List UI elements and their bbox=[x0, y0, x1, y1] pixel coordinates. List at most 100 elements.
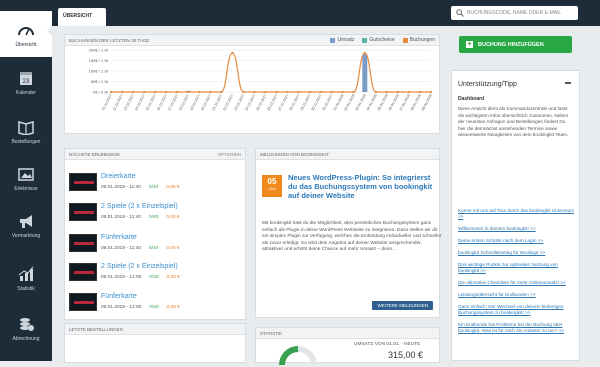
x-tick-label: 29.12.2017 bbox=[300, 94, 312, 112]
support-link[interactable]: Leistungsübersicht für Endkunden >> bbox=[458, 292, 575, 298]
image-icon bbox=[18, 168, 34, 181]
events-panel: NÄCHSTE ERLEBNISSE OPTIONEN Dreierkarte … bbox=[64, 148, 246, 320]
buchungen-point bbox=[341, 90, 344, 94]
support-link[interactable]: Willkommen in deinem bookingkit! >> bbox=[458, 226, 575, 232]
options-link[interactable]: OPTIONEN bbox=[217, 152, 241, 157]
nav-label: Übersicht bbox=[15, 42, 37, 48]
event-date: 09.01.2018 - 11:40 bbox=[101, 246, 141, 251]
event-title[interactable]: Fünferkarte bbox=[101, 293, 137, 300]
buchungen-point bbox=[231, 51, 234, 55]
support-link[interactable]: Komm mit uns auf Tour durch das bookingk… bbox=[458, 208, 575, 220]
x-tick-label: 22.12.2017 bbox=[222, 94, 234, 112]
buchungen-point bbox=[330, 90, 333, 94]
orders-panel: LETZTE BESTELLUNGEN bbox=[64, 323, 246, 363]
x-tick-label: 05.01.2018 bbox=[377, 94, 389, 112]
buchungen-point bbox=[308, 90, 311, 94]
support-title: Unterstützung/Tipp bbox=[458, 81, 517, 88]
event-thumbnail bbox=[69, 173, 97, 191]
x-tick-label: 20.12.2017 bbox=[200, 94, 212, 112]
event-date: 09.01.2018 - 12:00 bbox=[101, 305, 142, 310]
y-tick-label: 100€ / 1 St bbox=[89, 69, 109, 74]
bookings-chart-panel: BUCHUNGEN DER LETZTEN 30 TAGE Umsatz Gut… bbox=[64, 34, 440, 134]
nav-item-vermarktung[interactable]: Vermarktung bbox=[0, 213, 52, 239]
umsatz-bar bbox=[362, 54, 368, 92]
chart-legend: Umsatz Gutscheine Buchungen bbox=[330, 37, 435, 43]
x-tick-label: 23.12.2017 bbox=[233, 94, 245, 112]
x-tick-label: 15.12.2017 bbox=[145, 94, 157, 112]
nav-item-uebersicht[interactable]: Übersicht bbox=[0, 11, 53, 57]
tab-uebersicht[interactable]: ÜBERSICHT bbox=[58, 8, 106, 26]
x-tick-label: 19.12.2017 bbox=[189, 94, 201, 112]
buchungen-point bbox=[187, 90, 190, 94]
support-link[interactable]: Die ultimative Checkliste für mehr Onlin… bbox=[458, 280, 575, 286]
y-tick-label: 150€ / 1 St bbox=[89, 58, 109, 63]
event-item[interactable]: Fünferkarte 09.01.2018 - 12:00 0/40 0,00 € bbox=[69, 291, 249, 315]
x-tick-label: 28.12.2017 bbox=[288, 94, 300, 112]
legend-gutscheine[interactable]: Gutscheine bbox=[362, 37, 395, 43]
search-input[interactable]: BUCHUNGSCODE, NAME ODER E-MAIL bbox=[451, 6, 578, 20]
legend-umsatz[interactable]: Umsatz bbox=[330, 37, 354, 43]
support-link[interactable]: Drei wichtige Punkte zur optimalen Nutzu… bbox=[458, 262, 575, 274]
event-count: 0/40 bbox=[148, 246, 159, 251]
buchungen-point bbox=[407, 90, 411, 94]
add-booking-button[interactable]: + BUCHUNG HINZUFÜGEN bbox=[459, 36, 572, 53]
event-price: 0,00 € bbox=[166, 275, 180, 280]
buchungen-point bbox=[352, 90, 355, 94]
nav-item-abrechnung[interactable]: Abrechnung bbox=[0, 316, 52, 342]
buchungen-point bbox=[264, 90, 267, 94]
event-title[interactable]: Fünferkarte bbox=[101, 234, 137, 241]
news-headline[interactable]: Neues WordPress-Plugin: So integrierst d… bbox=[288, 173, 438, 200]
buchungen-point bbox=[275, 90, 278, 94]
buchungen-point bbox=[120, 90, 124, 94]
buchungen-point bbox=[363, 51, 366, 55]
panel-title: BUCHUNGEN DER LETZTEN 30 TAGE bbox=[69, 38, 150, 43]
nav-item-bestellungen[interactable]: Bestellungen bbox=[0, 119, 52, 145]
support-links: Komm mit uns auf Tour durch das bookingk… bbox=[458, 208, 575, 340]
stats-panel: STATISTIK UMSATZ VON 01.01. - HEUTE 315,… bbox=[255, 327, 440, 366]
support-intro: Diese Ansicht dient als Kommandozentrale… bbox=[458, 106, 569, 137]
event-item[interactable]: 2 Spiele (2 x Einzelspiel) 09.01.2018 - … bbox=[69, 261, 249, 285]
buchungen-point bbox=[253, 90, 256, 94]
event-thumbnail bbox=[69, 234, 97, 252]
more-news-button[interactable]: WEITERE MELDUNGEN bbox=[372, 301, 433, 310]
support-link[interactable]: bookingkit Schnelleinstieg für Neulinge … bbox=[458, 250, 575, 256]
y-tick-label: 200€ / 1 St bbox=[89, 48, 109, 53]
event-item[interactable]: Dreierkarte 09.01.2018 - 11:40 0/40 0,00 € bbox=[69, 171, 249, 195]
event-thumbnail bbox=[69, 293, 97, 311]
event-price: 0,00 € bbox=[166, 185, 180, 190]
x-tick-label: 12.12.2017 bbox=[112, 94, 124, 112]
buchungen-point bbox=[319, 90, 322, 94]
stats-value: 315,00 € bbox=[388, 350, 424, 359]
buchungen-point bbox=[109, 90, 113, 94]
buchungen-point bbox=[131, 90, 135, 94]
buchungen-point bbox=[374, 90, 377, 94]
sidebar: Übersicht 23 Kalender Bestellungen Erleb… bbox=[0, 0, 53, 361]
megaphone-icon bbox=[20, 215, 32, 228]
event-date: 09.01.2018 - 12:00 bbox=[101, 275, 142, 280]
event-title[interactable]: Dreierkarte bbox=[101, 173, 136, 180]
nav-item-erlebnisse[interactable]: Erlebnisse bbox=[0, 166, 52, 192]
event-title[interactable]: 2 Spiele (2 x Einzelspiel) bbox=[101, 263, 178, 270]
x-tick-label: 30.12.2017 bbox=[311, 94, 323, 112]
buchungen-point bbox=[220, 90, 223, 94]
legend-buchungen[interactable]: Buchungen bbox=[402, 37, 435, 43]
x-tick-label: 17.12.2017 bbox=[167, 94, 179, 112]
nav-label: Erlebnisse bbox=[14, 186, 38, 192]
y-tick-label: 50€ / 1 St bbox=[91, 79, 109, 84]
x-tick-label: 09.01.2018 bbox=[421, 94, 433, 112]
event-item[interactable]: Fünferkarte 09.01.2018 - 11:40 0/40 0,00 € bbox=[69, 232, 249, 256]
support-link[interactable]: Ganz einfach: Der Wechsel von deinem bis… bbox=[458, 304, 575, 316]
event-count: 0/40 bbox=[149, 275, 159, 280]
panel-title: MELDUNGEN VON BOOKINGKIT bbox=[260, 152, 330, 157]
event-item[interactable]: 2 Spiele (2 x Einzelspiel) 09.01.2018 - … bbox=[69, 201, 249, 225]
collapse-icon[interactable] bbox=[565, 82, 571, 84]
nav-item-kalender[interactable]: 23 Kalender bbox=[0, 70, 52, 96]
panel-title: LETZTE BESTELLUNGEN bbox=[69, 327, 124, 332]
nav-item-statistik[interactable]: Statistik bbox=[0, 266, 52, 292]
support-link[interactable]: Deine ersten Schritte nach dem Login >> bbox=[458, 238, 575, 244]
event-title[interactable]: 2 Spiele (2 x Einzelspiel) bbox=[101, 203, 178, 210]
bookings-line-chart: 200€ / 1 St 150€ / 1 St 100€ / 1 St 50€ / 1… bbox=[89, 48, 433, 112]
stats-gauge bbox=[279, 346, 317, 366]
support-link[interactable]: Ein Endkunde hat Probleme bei der Buchun… bbox=[458, 322, 575, 334]
buchungen-point bbox=[385, 90, 388, 94]
